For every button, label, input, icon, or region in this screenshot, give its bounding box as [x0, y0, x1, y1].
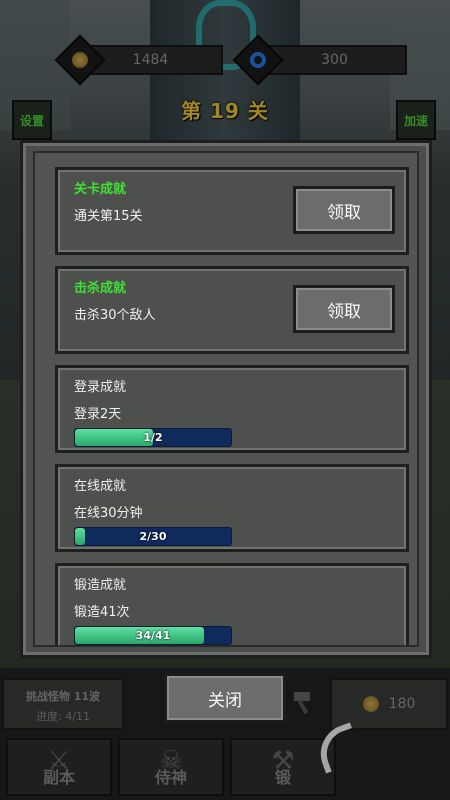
achievement-desc: 通关第15关	[74, 209, 143, 224]
achievement-title: 登录成就	[74, 380, 127, 395]
achievement-card: 击杀成就 击杀30个敌人 领取	[55, 266, 409, 354]
achievement-title: 锻造成就	[74, 578, 127, 593]
achievement-title: 关卡成就	[74, 182, 127, 197]
close-button[interactable]: 关闭	[164, 673, 286, 723]
progress-bar: 34/41	[74, 626, 232, 645]
progress-bar: 2/30	[74, 527, 232, 546]
achievement-card: 锻造成就 锻造41次 34/41	[55, 563, 409, 645]
achievement-card: 关卡成就 通关第15关 领取	[55, 167, 409, 255]
achievement-title: 击杀成就	[74, 281, 127, 296]
achievement-desc: 锻造41次	[74, 605, 130, 620]
achievement-desc: 在线30分钟	[74, 506, 143, 521]
progress-text: 1/2	[143, 431, 163, 444]
progress-text: 2/30	[139, 530, 167, 543]
claim-button[interactable]: 领取	[293, 186, 395, 234]
claim-button[interactable]: 领取	[293, 285, 395, 333]
progress-bar: 1/2	[74, 428, 232, 447]
achievements-scroll-area[interactable]: 关卡成就 通关第15关 领取 击杀成就 击杀30个敌人 领取 登录成就 登录2天…	[33, 151, 419, 647]
achievement-list: 关卡成就 通关第15关 领取 击杀成就 击杀30个敌人 领取 登录成就 登录2天…	[55, 167, 409, 645]
achievement-card: 在线成就 在线30分钟 2/30	[55, 464, 409, 552]
achievements-modal: 关卡成就 通关第15关 领取 击杀成就 击杀30个敌人 领取 登录成就 登录2天…	[20, 140, 432, 658]
progress-text: 34/41	[135, 629, 171, 642]
achievement-desc: 登录2天	[74, 407, 122, 422]
achievement-desc: 击杀30个敌人	[74, 308, 156, 323]
achievement-title: 在线成就	[74, 479, 127, 494]
achievement-card: 登录成就 登录2天 1/2	[55, 365, 409, 453]
